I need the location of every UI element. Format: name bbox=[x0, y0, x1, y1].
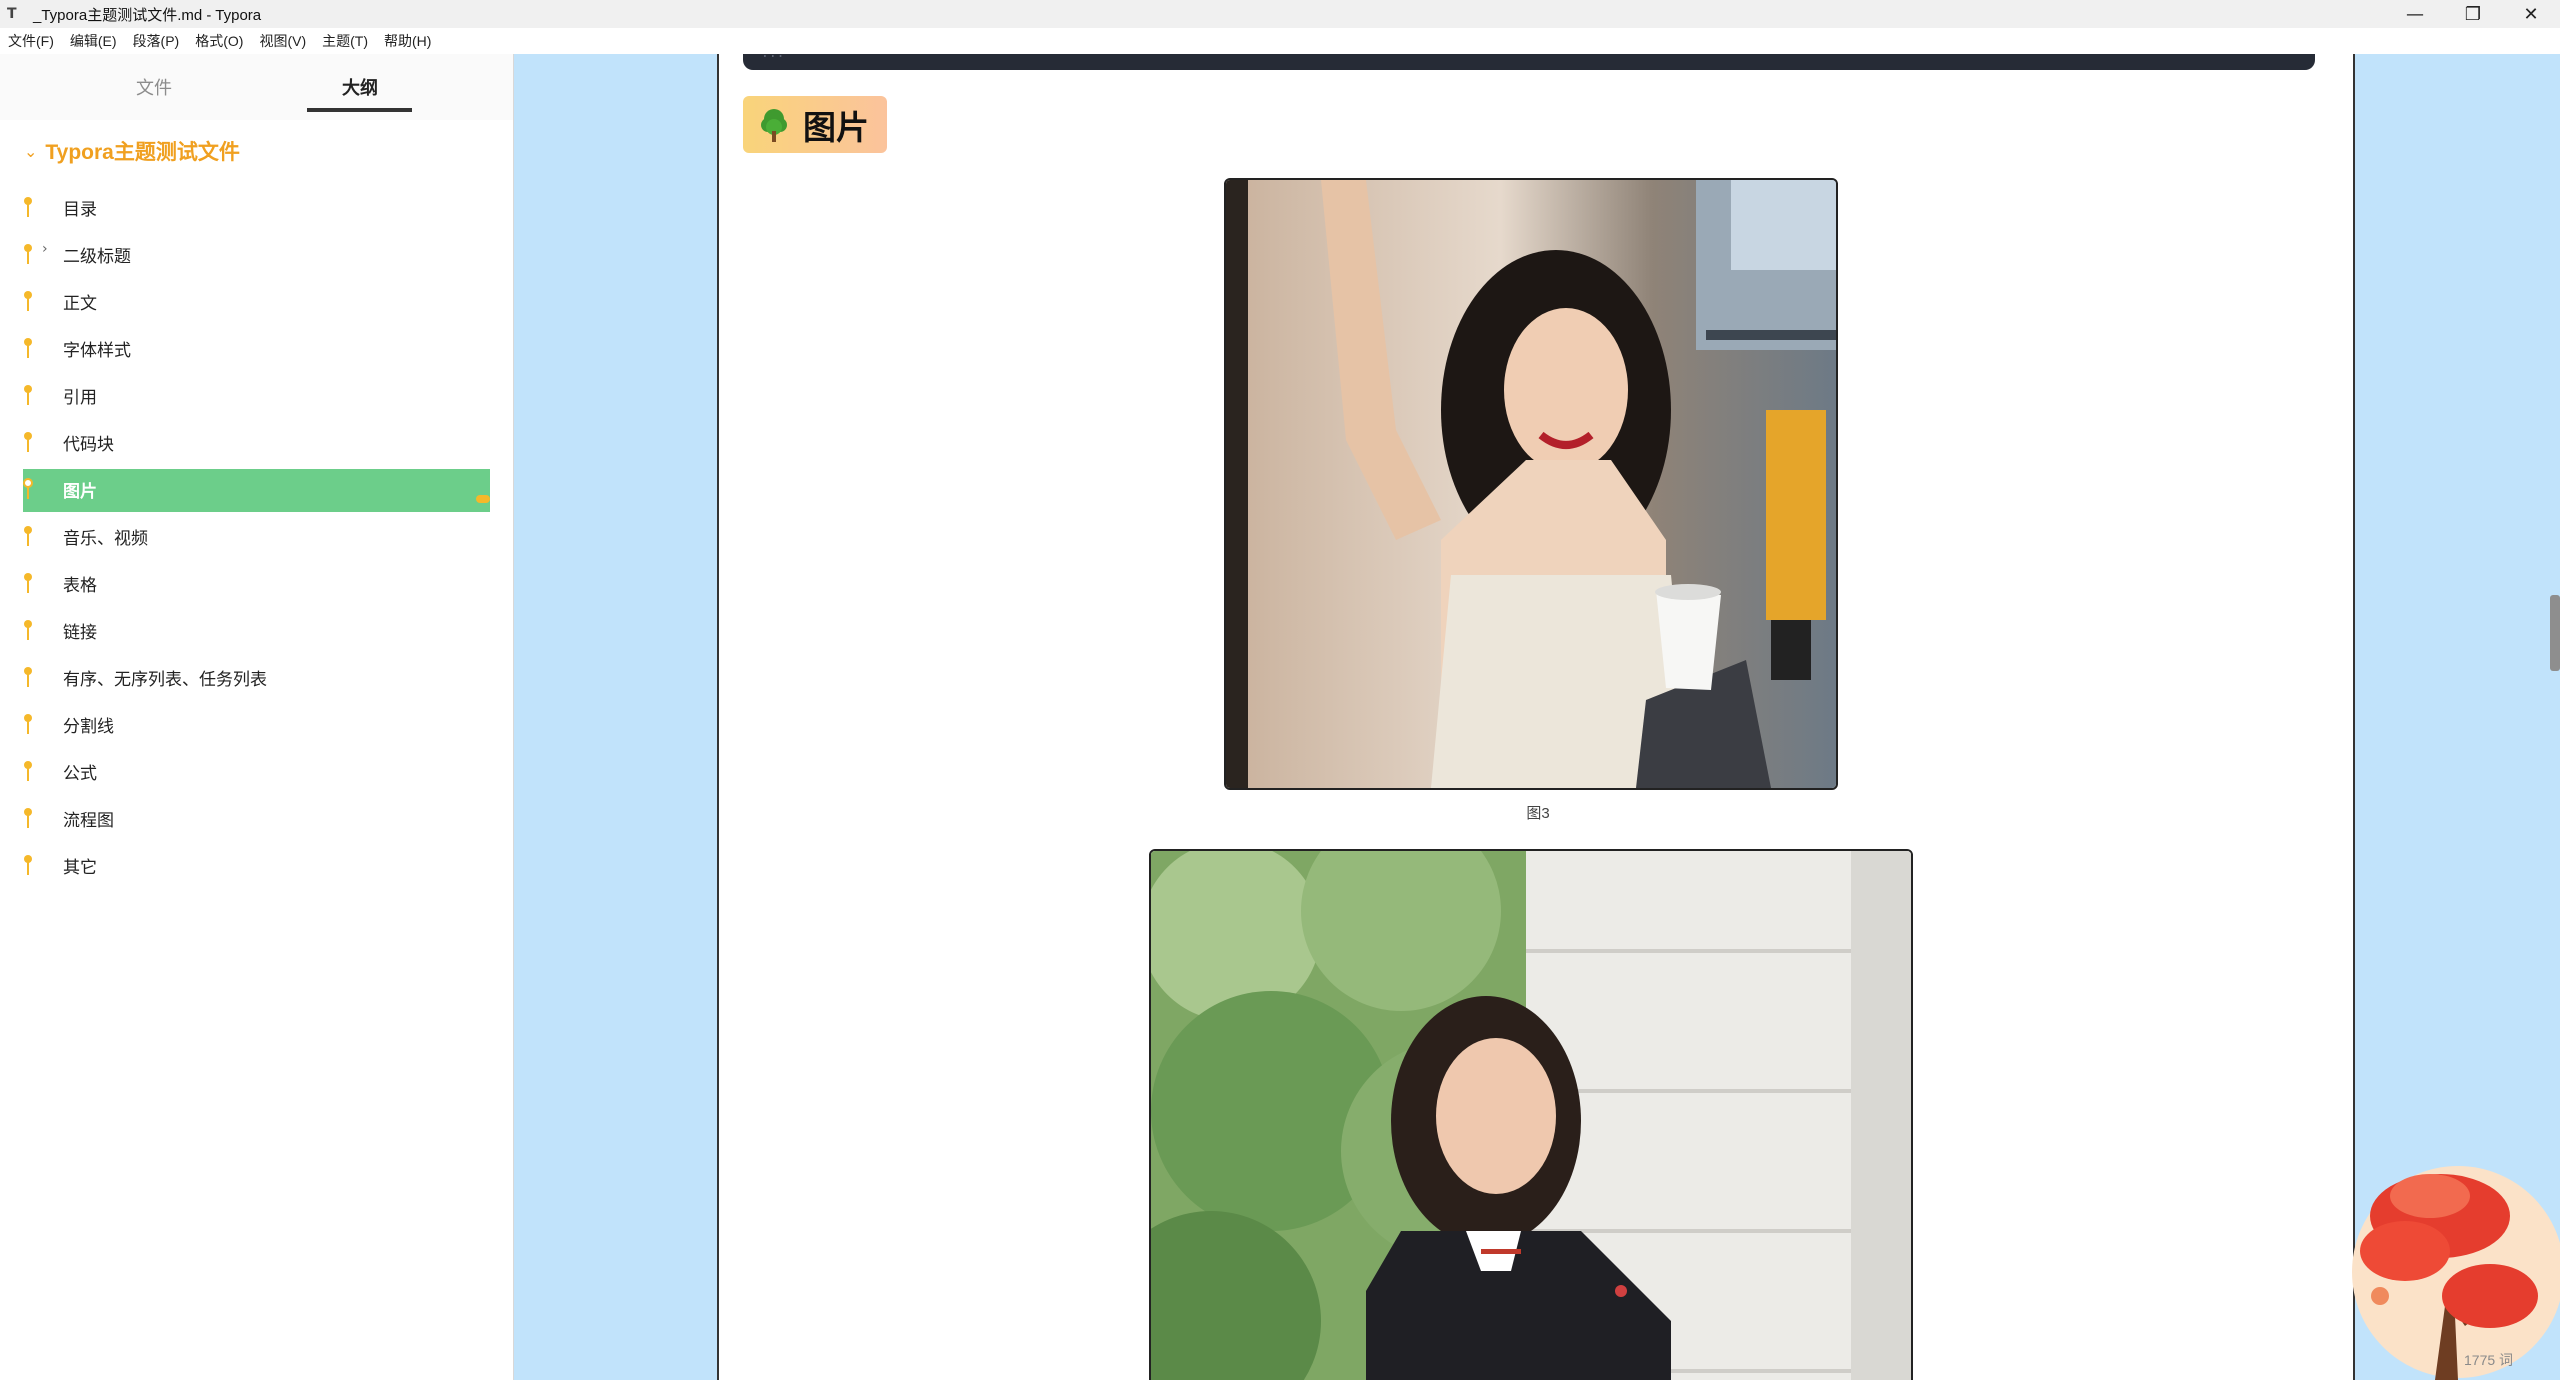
pin-icon bbox=[22, 244, 34, 272]
figure-caption: 图3 bbox=[1526, 805, 1550, 822]
pin-icon bbox=[22, 808, 34, 836]
pin-icon bbox=[22, 667, 34, 695]
pin-icon bbox=[22, 291, 34, 319]
sidebar: 文件 大纲 ⌄ Typora主题测试文件 目录 › 二级标题正文字体样式引用代码块图… bbox=[0, 54, 514, 1380]
pin-icon bbox=[22, 620, 34, 648]
outline-item-label: 字体样式 bbox=[63, 341, 131, 360]
outline-item[interactable]: 有序、无序列表、任务列表 bbox=[0, 652, 514, 699]
menu-format[interactable]: 格式(O) bbox=[195, 31, 243, 51]
outline-item[interactable]: 字体样式 bbox=[0, 323, 514, 370]
window-title: _Typora主题测试文件.md - Typora bbox=[33, 6, 262, 24]
pin-icon bbox=[22, 385, 34, 413]
document-page[interactable]: ... 图片 bbox=[717, 54, 2355, 1380]
pin-icon bbox=[22, 526, 34, 554]
heading-text: 图片 bbox=[803, 108, 869, 146]
outline-item-label: 正文 bbox=[63, 294, 97, 313]
photo-woman-waving bbox=[1226, 180, 1836, 788]
pin-icon bbox=[22, 338, 34, 366]
menu-theme[interactable]: 主题(T) bbox=[322, 31, 368, 51]
pin-icon bbox=[22, 197, 34, 225]
outline-item[interactable]: 链接 bbox=[0, 605, 514, 652]
photo-woman-portrait bbox=[1151, 851, 1911, 1380]
outline-root[interactable]: ⌄ Typora主题测试文件 bbox=[24, 136, 240, 166]
outline-list: 目录 › 二级标题正文字体样式引用代码块图片音乐、视频表格链接有序、无序列表、任务列… bbox=[0, 182, 514, 887]
menu-paragraph[interactable]: 段落(P) bbox=[133, 31, 180, 51]
outline-item-label: 二级标题 bbox=[63, 247, 131, 266]
pin-icon bbox=[22, 573, 34, 601]
outline-item-label: 音乐、视频 bbox=[63, 529, 148, 548]
chevron-right-icon[interactable]: › bbox=[42, 241, 48, 257]
outline-item-label: 引用 bbox=[63, 388, 97, 407]
menu-view[interactable]: 视图(V) bbox=[259, 31, 306, 51]
heading-images[interactable]: 图片 bbox=[743, 96, 887, 153]
tab-files[interactable]: 文件 bbox=[136, 74, 172, 100]
outline-item[interactable]: 表格 bbox=[0, 558, 514, 605]
outline-item[interactable]: › 二级标题 bbox=[0, 229, 514, 276]
close-button[interactable]: ✕ bbox=[2502, 0, 2560, 28]
vertical-scrollbar-thumb[interactable] bbox=[2550, 595, 2560, 671]
minimize-button[interactable]: — bbox=[2386, 0, 2444, 28]
outline-item[interactable]: 引用 bbox=[0, 370, 514, 417]
outline-item-label: 图片 bbox=[63, 482, 97, 501]
outline-item[interactable]: 分割线 bbox=[0, 699, 514, 746]
outline-item-label: 分割线 bbox=[63, 717, 114, 736]
menu-help[interactable]: 帮助(H) bbox=[384, 31, 431, 51]
menu-edit[interactable]: 编辑(E) bbox=[70, 31, 117, 51]
image-figure-4[interactable] bbox=[1149, 849, 1913, 1380]
editor-canvas: ... 图片 bbox=[514, 54, 2560, 1380]
menu-file[interactable]: 文件(F) bbox=[8, 31, 54, 51]
outline-item-label: 其它 bbox=[63, 858, 97, 877]
chevron-down-icon[interactable]: ⌄ bbox=[24, 142, 37, 161]
code-block-bottom[interactable]: ... bbox=[743, 54, 2315, 70]
outline-item-label: 公式 bbox=[63, 764, 97, 783]
outline-item[interactable]: 目录 bbox=[0, 182, 514, 229]
active-marker bbox=[476, 495, 490, 503]
pin-icon bbox=[22, 432, 34, 460]
word-count[interactable]: 1775 词 bbox=[2464, 1350, 2513, 1370]
outline-root-label: Typora主题测试文件 bbox=[45, 141, 240, 164]
outline-item[interactable]: 公式 bbox=[0, 746, 514, 793]
outline-item-label: 目录 bbox=[63, 200, 97, 219]
outline-item[interactable]: 代码块 bbox=[0, 417, 514, 464]
sidebar-tabs: 文件 大纲 bbox=[0, 54, 513, 120]
image-figure-3[interactable] bbox=[1224, 178, 1838, 790]
pin-icon bbox=[22, 761, 34, 789]
outline-item[interactable]: 流程图 bbox=[0, 793, 514, 840]
outline-item[interactable]: 正文 bbox=[0, 276, 514, 323]
title-bar: T _Typora主题测试文件.md - Typora — ❐ ✕ bbox=[0, 0, 2560, 28]
active-tab-indicator bbox=[307, 108, 412, 112]
outline-item-label: 有序、无序列表、任务列表 bbox=[63, 670, 267, 689]
outline-item[interactable]: 音乐、视频 bbox=[0, 511, 514, 558]
code-fragment: ... bbox=[761, 54, 784, 61]
decorative-tree-illustration bbox=[2352, 1166, 2560, 1380]
outline-item-label: 代码块 bbox=[63, 435, 114, 454]
tree-icon bbox=[761, 108, 787, 142]
pin-icon bbox=[22, 478, 34, 507]
maximize-button[interactable]: ❐ bbox=[2444, 0, 2502, 28]
pin-icon bbox=[22, 714, 34, 742]
outline-item[interactable]: 图片 bbox=[0, 464, 514, 512]
tab-outline[interactable]: 大纲 bbox=[342, 74, 378, 100]
pin-icon bbox=[22, 855, 34, 883]
window-controls: — ❐ ✕ bbox=[2386, 0, 2560, 28]
outline-item-label: 流程图 bbox=[63, 811, 114, 830]
menu-bar: 文件(F) 编辑(E) 段落(P) 格式(O) 视图(V) 主题(T) 帮助(H… bbox=[0, 28, 2560, 54]
outline-item-label: 链接 bbox=[63, 623, 97, 642]
outline-item-label: 表格 bbox=[63, 576, 97, 595]
typora-app-icon: T bbox=[7, 6, 17, 22]
outline-item[interactable]: 其它 bbox=[0, 840, 514, 887]
